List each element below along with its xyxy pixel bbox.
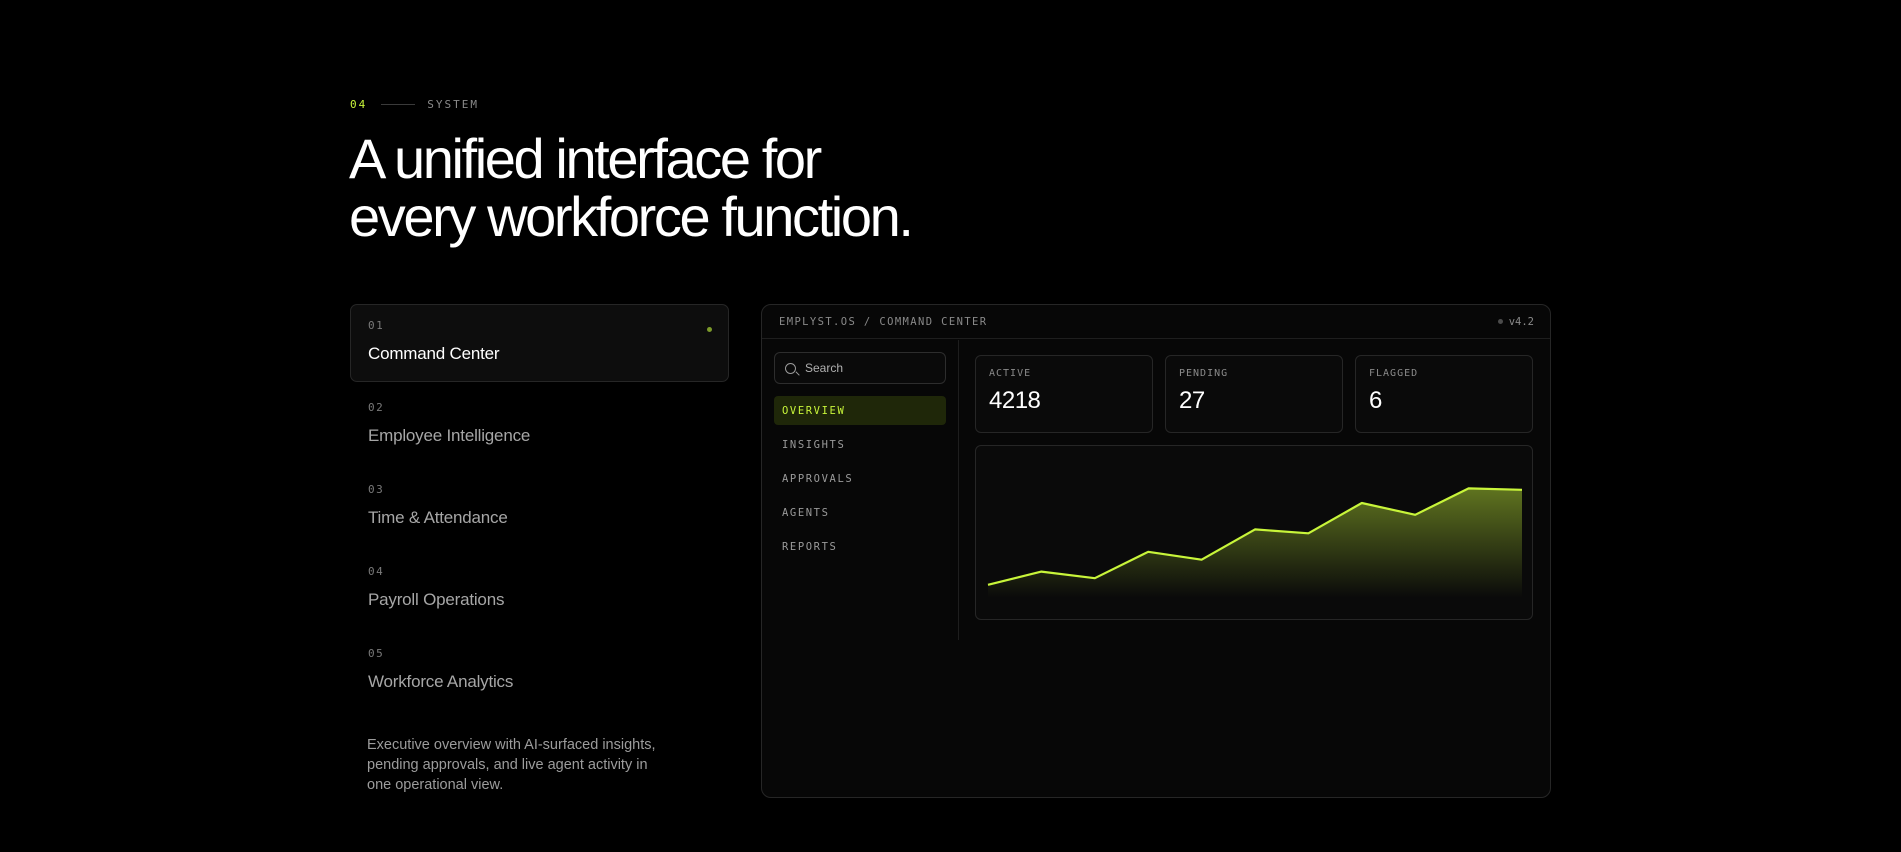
section-number: 04 [350,98,368,111]
stat-value: 6 [1369,387,1382,414]
module-payroll-operations[interactable]: 04 Payroll Operations [350,550,729,628]
panel-sidebar: OVERVIEW INSIGHTS APPROVALS AGENTS REPOR… [762,340,959,640]
search-input[interactable] [805,361,935,375]
version-text: v4.2 [1508,315,1534,328]
nav-item-reports[interactable]: REPORTS [774,532,946,561]
nav-item-overview[interactable]: OVERVIEW [774,396,946,425]
module-title: Time & Attendance [368,508,508,527]
command-center-panel: EMPLYST.OS / COMMAND CENTER v4.2 OVERVIE… [761,304,1551,798]
status-dot [1497,319,1503,324]
module-title: Employee Intelligence [368,426,531,445]
module-employee-intelligence[interactable]: 02 Employee Intelligence [350,386,729,464]
module-number: 03 [368,483,385,496]
search-box[interactable] [774,352,946,384]
headline-line-1: A unified interface for [349,127,822,190]
trend-chart [975,445,1533,620]
stat-label: ACTIVE [989,368,1032,379]
module-command-center[interactable]: 01 Command Center [350,304,729,382]
stat-value: 27 [1179,387,1205,414]
module-title: Command Center [368,344,500,363]
module-number: 02 [368,401,385,414]
eyebrow-divider [381,104,416,105]
chart-area-fill [988,488,1522,598]
module-number: 05 [368,647,385,660]
nav-item-insights[interactable]: INSIGHTS [774,430,946,459]
module-number: 04 [368,565,385,578]
module-title: Workforce Analytics [368,672,514,691]
module-workforce-analytics[interactable]: 05 Workforce Analytics [350,632,729,710]
headline-line-2: every workforce function. [349,185,914,248]
search-icon [785,362,796,374]
stat-card-flagged: FLAGGED 6 [1355,355,1533,433]
nav-item-agents[interactable]: AGENTS [774,498,946,527]
breadcrumb: EMPLYST.OS / COMMAND CENTER [779,315,988,328]
trend-chart-svg [987,487,1523,598]
panel-nav: OVERVIEW INSIGHTS APPROVALS AGENTS REPOR… [774,396,946,561]
stat-label: PENDING [1179,368,1229,379]
active-indicator-dot [707,327,712,332]
module-description: Executive overview with AI-surfaced insi… [367,737,656,793]
stat-card-active: ACTIVE 4218 [975,355,1153,433]
stat-card-pending: PENDING 27 [1165,355,1343,433]
module-list: 01 Command Center 02 Employee Intelligen… [350,304,729,714]
section-label: SYSTEM [427,98,479,111]
module-number: 01 [368,319,385,332]
module-time-attendance[interactable]: 03 Time & Attendance [350,468,729,546]
version-badge: v4.2 [1497,315,1534,328]
panel-topbar: EMPLYST.OS / COMMAND CENTER v4.2 [762,305,1550,339]
nav-item-approvals[interactable]: APPROVALS [774,464,946,493]
stat-label: FLAGGED [1369,368,1419,379]
module-title: Payroll Operations [368,590,505,609]
stats-row: ACTIVE 4218 PENDING 27 FLAGGED 6 [975,355,1533,433]
stat-value: 4218 [989,387,1041,414]
page-headline: A unified interface for every workforce … [349,130,1049,246]
section-eyebrow: 04 SYSTEM [350,98,479,111]
